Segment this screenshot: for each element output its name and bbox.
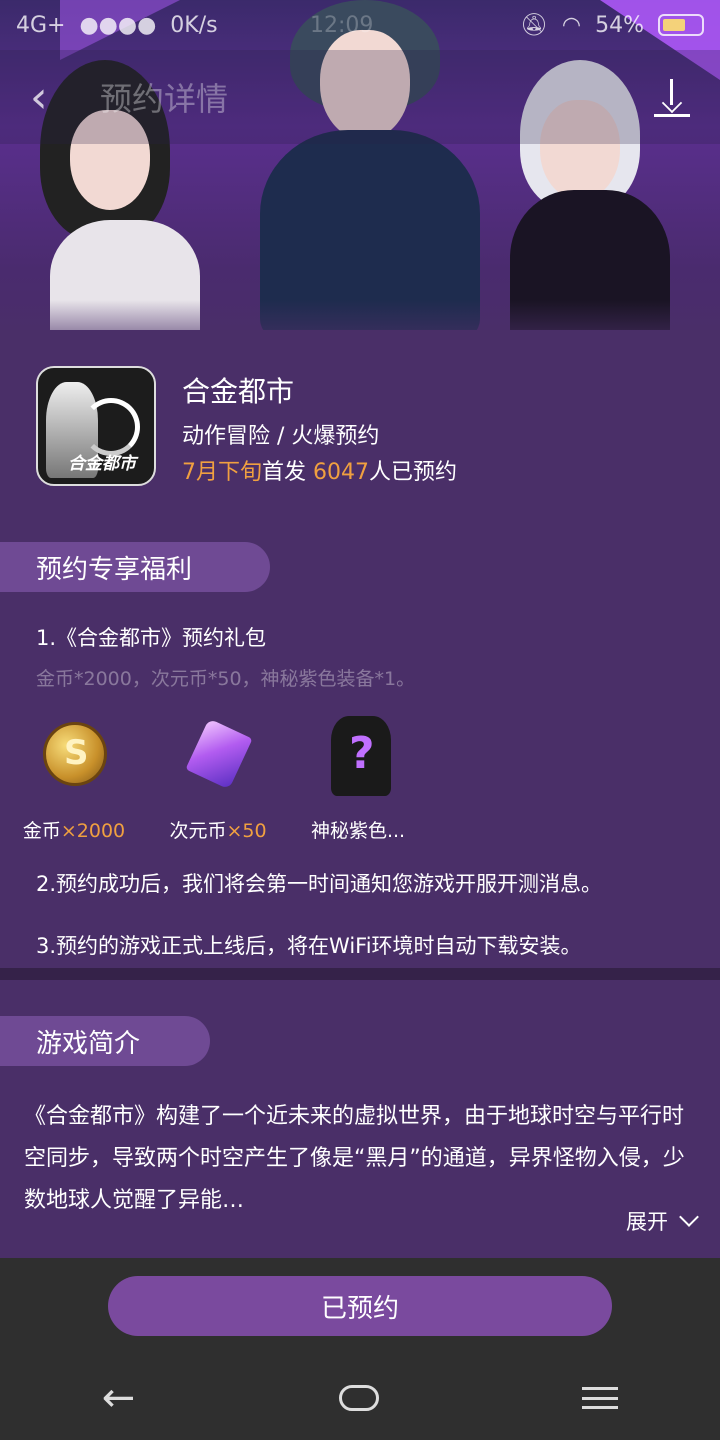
system-nav-bar: ←: [0, 1356, 720, 1440]
clock: 12:09: [310, 12, 374, 38]
reward-item-dimension-coin: 次元币×50: [158, 712, 278, 843]
expand-button[interactable]: 展开: [626, 1206, 699, 1236]
reward-item-qty: ×50: [226, 820, 267, 842]
reserve-count: 6047: [313, 460, 369, 485]
content-fade: [0, 300, 720, 360]
app-icon-logo-text: 合金都市: [68, 454, 136, 474]
top-nav-bar: ‹ 预约详情: [0, 50, 720, 144]
reward-item-name: 次元币: [169, 820, 227, 842]
benefits-section-title: 预约专享福利: [0, 542, 270, 592]
release-date: 7月下旬: [182, 460, 262, 485]
status-bar: 4G+ ●●●● 0K/s 12:09 🔕︎ ◠ 54%: [0, 0, 720, 50]
reward-item-gold-coin: 金币×2000: [14, 712, 134, 843]
gold-coin-icon: [43, 722, 107, 786]
reward-item-name: 金币: [22, 820, 61, 842]
mystery-armor-icon: [331, 716, 391, 796]
app-category: 动作冒险 / 火爆预约: [182, 424, 380, 449]
signal-icon: ●●●●: [79, 12, 157, 38]
app-name: 合金都市: [182, 375, 295, 408]
reward-item-mystery-gear: 神秘紫色...: [298, 712, 418, 843]
game-description: 《合金都市》构建了一个近未来的虚拟世界，由于地球时空与平行时空同步，导致两个时空…: [24, 1104, 685, 1213]
reserve-suffix: 人已预约: [369, 460, 458, 485]
moon-icon: [82, 398, 140, 456]
reserved-button[interactable]: 已预约: [108, 1276, 612, 1336]
gift-pack-description: 金币*2000，次元币*50，神秘紫色装备*1。: [36, 668, 416, 690]
reward-item-qty: ×2000: [60, 820, 126, 842]
system-menu-icon[interactable]: [582, 1387, 619, 1409]
release-label: 首发: [262, 460, 313, 485]
chevron-down-icon: [679, 1207, 699, 1227]
app-icon: 合金都市: [36, 366, 156, 486]
benefit-line-2: 2.预约成功后，我们将会第一时间通知您游戏开服开测消息。: [36, 872, 603, 896]
section-divider: [0, 968, 720, 980]
intro-section-title: 游戏简介: [0, 1016, 210, 1066]
expand-label: 展开: [626, 1210, 668, 1234]
benefit-line-3: 3.预约的游戏正式上线后，将在WiFi环境时自动下载安装。: [36, 934, 582, 958]
network-indicator: 4G+: [16, 12, 66, 38]
download-icon[interactable]: [654, 77, 690, 117]
back-button[interactable]: ‹: [30, 72, 48, 123]
mute-icon: 🔕︎: [519, 12, 548, 38]
reward-item-name: 神秘紫色...: [310, 820, 406, 842]
page-title: 预约详情: [100, 80, 229, 118]
system-home-icon[interactable]: [338, 1385, 379, 1411]
network-speed: 0K/s: [170, 12, 218, 38]
wifi-icon: ◠: [561, 12, 582, 38]
battery-percent: 54%: [595, 12, 644, 38]
system-back-icon[interactable]: ←: [102, 1375, 136, 1421]
gift-pack-title: 1.《合金都市》预约礼包: [36, 626, 267, 650]
battery-icon: [658, 14, 704, 36]
app-release-info: 7月下旬首发 6047人已预约: [182, 454, 457, 486]
crystal-icon: [185, 718, 253, 790]
